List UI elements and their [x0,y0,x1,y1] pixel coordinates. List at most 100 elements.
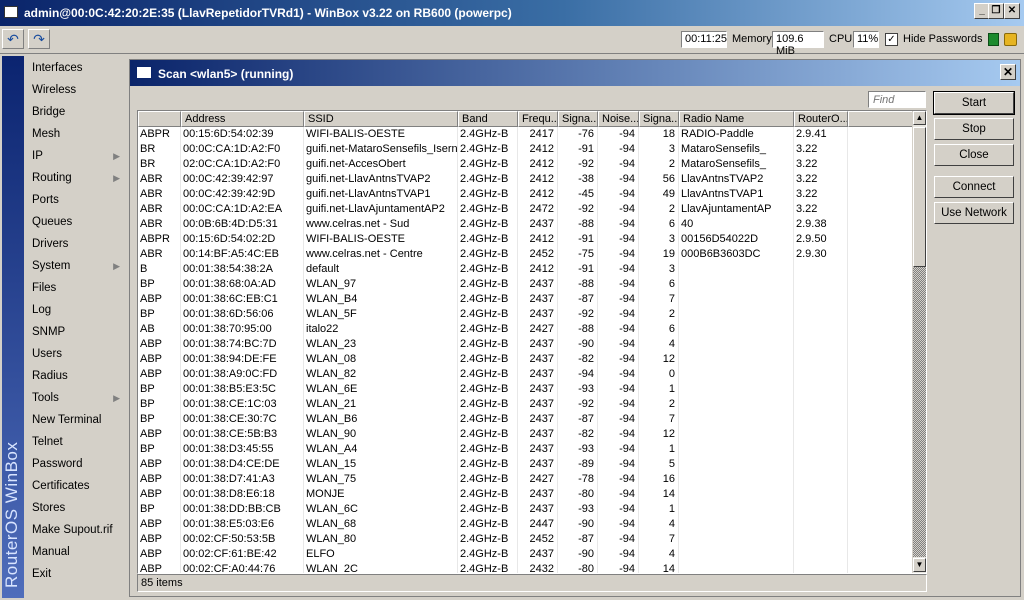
table-row[interactable]: ABP 00:01:38:A9:0C:FD WLAN_82 2.4GHz-B 2437-… [138,367,914,382]
table-row[interactable]: BP 00:01:38:CE:30:7C WLAN_B6 2.4GHz-B 2437 -8… [138,412,914,427]
sidebar-item-tools[interactable]: Tools ▶ [24,387,126,409]
table-row[interactable]: ABP 00:01:38:D4:CE:DE WLAN_15 2.4GHz-B 2437-… [138,457,914,472]
cell-band: 2.4GHz-B [458,547,518,562]
sidebar-item-ip[interactable]: IP ▶ [24,145,126,167]
use-network-button[interactable]: Use Network [934,202,1014,224]
column-header-frequency[interactable]: Frequ... [518,111,558,127]
sidebar-menu: Interfaces Wireless Bridge Mesh IP ▶ Rout… [24,57,126,585]
sidebar-item-stores[interactable]: Stores [24,497,126,519]
table-row[interactable]: ABPR 00:15:6D:54:02:2D WIFI-BALIS-OESTE 2.4… [138,232,914,247]
stop-button[interactable]: Stop [934,118,1014,140]
lock-icon [1004,33,1017,46]
column-header-noise-floor[interactable]: Noise... [598,111,639,127]
sidebar-item-make-supout[interactable]: Make Supout.rif [24,519,126,541]
sidebar-item-password[interactable]: Password [24,453,126,475]
sidebar-item-telnet[interactable]: Telnet [24,431,126,453]
table-row[interactable]: ABP 00:01:38:74:BC:7D WLAN_23 2.4GHz-B 2437-… [138,337,914,352]
table-row[interactable]: ABR 00:0C:CA:1D:A2:EA guifi.net-LlavAjunta… [138,202,914,217]
table-row[interactable]: ABP 00:01:38:6C:EB:C1 WLAN_B4 2.4GHz-B 2437-… [138,292,914,307]
maximize-button[interactable]: ❐ [988,3,1004,19]
sidebar-item-snmp[interactable]: SNMP [24,321,126,343]
close-window-button[interactable]: ✕ [1004,3,1020,19]
column-header-flags[interactable] [138,111,181,127]
table-row[interactable]: ABP 00:01:38:CE:5B:B3 WLAN_90 2.4GHz-B 2437-… [138,427,914,442]
table-row[interactable]: BR 00:0C:CA:1D:A2:F0 guifi.net-MataroSense… [138,142,914,157]
connect-button[interactable]: Connect [934,176,1014,198]
table-row[interactable]: ABR 00:0B:6B:4D:D5:31 www.celras.net - Sud… [138,217,914,232]
table-row[interactable]: ABP 00:02:CF:61:BE:42 ELFO 2.4GHz-B 2437 -90-… [138,547,914,562]
sidebar-item-mesh[interactable]: Mesh [24,123,126,145]
sidebar-item-certificates[interactable]: Certificates [24,475,126,497]
scrollbar-track[interactable] [913,267,926,557]
sidebar-item-files[interactable]: Files [24,277,126,299]
table-row[interactable]: ABP 00:01:38:D7:41:A3 WLAN_75 2.4GHz-B 2427-… [138,472,914,487]
table-row[interactable]: ABP 00:01:38:94:DE:FE WLAN_08 2.4GHz-B 2437-… [138,352,914,367]
table-scrollbar[interactable]: ▲ ▼ [912,111,926,573]
cell-band: 2.4GHz-B [458,142,518,157]
table-row[interactable]: ABR 00:0C:42:39:42:9D guifi.net-LlavAntnsT… [138,187,914,202]
scroll-up-icon[interactable]: ▲ [913,111,926,125]
table-row[interactable]: ABR 00:14:BF:A5:4C:EB www.celras.net - Cen… [138,247,914,262]
column-header-signal-to-noise[interactable]: Signa... [639,111,679,127]
cell-signal-to-noise: 2 [639,307,679,322]
sidebar-item-radius[interactable]: Radius [24,365,126,387]
sidebar-item-interfaces[interactable]: Interfaces [24,57,126,79]
column-header-address[interactable]: Address [181,111,304,127]
sidebar-item-routing[interactable]: Routing ▶ [24,167,126,189]
sidebar-item-exit[interactable]: Exit [24,563,126,585]
sidebar-item-label: Password [32,458,83,470]
column-header-routeros-version[interactable]: RouterO... [794,111,848,127]
undo-icon[interactable]: ↶ [2,29,24,49]
table-row[interactable]: BP 00:01:38:D3:45:55 WLAN_A4 2.4GHz-B 2437 -9… [138,442,914,457]
table-row[interactable]: ABP 00:01:38:D8:E6:18 MONJE 2.4GHz-B 2437 -80… [138,487,914,502]
table-row[interactable]: ABP 00:01:38:E5:03:E6 WLAN_68 2.4GHz-B 2447-… [138,517,914,532]
cell-flags: ABP [138,532,181,547]
sidebar-item-users[interactable]: Users [24,343,126,365]
sidebar-item-ports[interactable]: Ports [24,189,126,211]
sidebar-item-bridge[interactable]: Bridge [24,101,126,123]
cell-radio-name [679,562,794,573]
sidebar-item-log[interactable]: Log [24,299,126,321]
table-row[interactable]: ABP 00:02:CF:50:53:5B WLAN_80 2.4GHz-B 2452-… [138,532,914,547]
hide-passwords-checkbox[interactable]: ✓ [885,33,898,46]
table-row[interactable]: ABR 00:0C:42:39:42:97 guifi.net-LlavAntnsT… [138,172,914,187]
cell-band: 2.4GHz-B [458,472,518,487]
cell-signal-to-noise: 19 [639,247,679,262]
column-header-signal-strength[interactable]: Signa... [558,111,598,127]
cell-radio-name [679,427,794,442]
uptime-display: 00:11:25 [681,31,727,48]
close-scan-window-button[interactable]: ✕ [1000,64,1016,80]
column-header-radio-name[interactable]: Radio Name [679,111,794,127]
close-button[interactable]: Close [934,144,1014,166]
redo-icon[interactable]: ↷ [28,29,50,49]
cell-signal-to-noise: 3 [639,262,679,277]
cell-band: 2.4GHz-B [458,487,518,502]
sidebar-item-new-terminal[interactable]: New Terminal [24,409,126,431]
table-row[interactable]: BR 02:0C:CA:1D:A2:F0 guifi.net-AccesObert 2… [138,157,914,172]
column-header-ssid[interactable]: SSID [304,111,458,127]
table-row[interactable]: ABP 00:02:CF:A0:44:76 WLAN_2C 2.4GHz-B 2432-… [138,562,914,573]
table-row[interactable]: BP 00:01:38:6D:56:06 WLAN_5F 2.4GHz-B 2437 -9… [138,307,914,322]
table-row[interactable]: BP 00:01:38:B5:E3:5C WLAN_6E 2.4GHz-B 2437 -9… [138,382,914,397]
cell-flags: BR [138,157,181,172]
column-header-band[interactable]: Band [458,111,518,127]
cell-ssid: www.celras.net - Centre [304,247,458,262]
sidebar-item-system[interactable]: System ▶ [24,255,126,277]
cell-frequency: 2437 [518,352,558,367]
table-row[interactable]: AB 00:01:38:70:95:00 italo22 2.4GHz-B 2427 -8… [138,322,914,337]
table-row[interactable]: B 00:01:38:54:38:2A default 2.4GHz-B 2412 -91… [138,262,914,277]
table-row[interactable]: BP 00:01:38:68:0A:AD WLAN_97 2.4GHz-B 2437 -8… [138,277,914,292]
start-button[interactable]: Start [933,91,1015,115]
sidebar-item-drivers[interactable]: Drivers [24,233,126,255]
sidebar-item-manual[interactable]: Manual [24,541,126,563]
scroll-down-icon[interactable]: ▼ [913,558,926,572]
sidebar-item-queues[interactable]: Queues [24,211,126,233]
table-row[interactable]: BP 00:01:38:CE:1C:03 WLAN_21 2.4GHz-B 2437 -9… [138,397,914,412]
cell-band: 2.4GHz-B [458,457,518,472]
sidebar-item-wireless[interactable]: Wireless [24,79,126,101]
table-row[interactable]: ABPR 00:15:6D:54:02:39 WIFI-BALIS-OESTE 2.4… [138,127,914,142]
scrollbar-thumb[interactable] [913,127,926,267]
table-row[interactable]: BP 00:01:38:DD:BB:CB WLAN_6C 2.4GHz-B 2437 -9… [138,502,914,517]
find-input[interactable] [868,91,926,108]
cell-ssid: WLAN_5F [304,307,458,322]
